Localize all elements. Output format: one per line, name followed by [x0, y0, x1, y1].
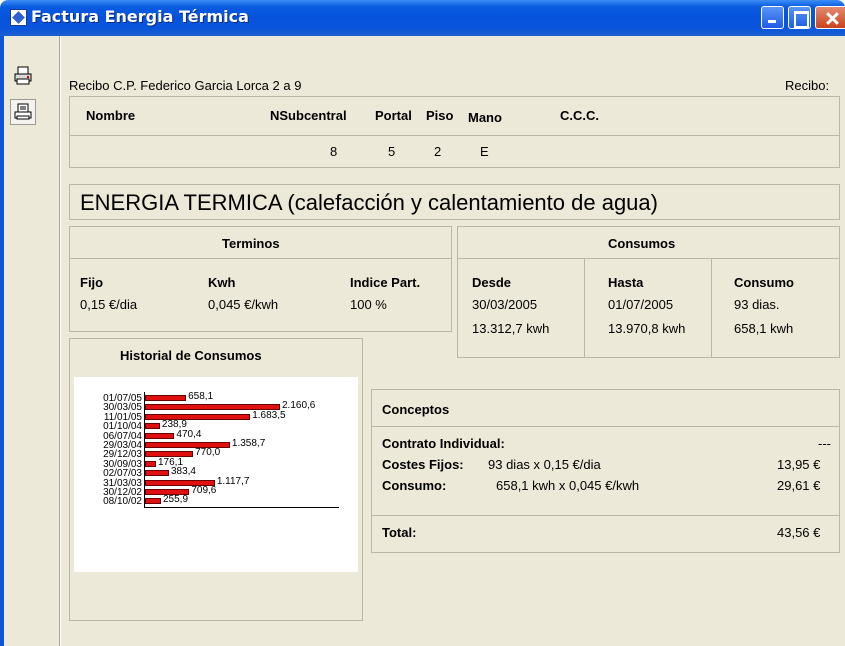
chart-value-label: 238,9	[161, 419, 187, 431]
chart-value-label: 2.160,6	[282, 400, 316, 412]
col-portal: Portal	[375, 108, 412, 123]
historial-panel: Historial de Consumos 01/07/05 658,1 30/03…	[69, 338, 363, 621]
cell-mano: E	[480, 144, 489, 159]
terminos-title: Terminos	[222, 236, 280, 251]
chart-category-label: 02/07/03	[103, 468, 142, 480]
chart-bar	[145, 423, 160, 430]
terminos-indice-value: 100 %	[350, 297, 387, 312]
chart-category-label: 01/10/04	[103, 421, 142, 433]
print-preview-button[interactable]	[10, 99, 36, 125]
terminos-fijo-value: 0,15 €/dia	[80, 297, 138, 312]
cell-portal: 5	[388, 144, 396, 159]
costes-value: 13,95 €	[777, 457, 821, 472]
cell-nsubcentral: 8	[330, 144, 338, 159]
consumo-value: 29,61 €	[777, 478, 821, 493]
energy-title: ENERGIA TERMICA (calefacción y calentami…	[80, 190, 658, 215]
consumos-hasta-header: Hasta	[608, 275, 644, 290]
consumos-hasta-value: 01/07/2005	[608, 297, 674, 312]
chart-category-label: 08/10/02	[103, 496, 142, 508]
consumos-desde-value: 30/03/2005	[472, 297, 538, 312]
printer-icon	[14, 66, 32, 85]
consumos-dias-value: 93 dias.	[734, 297, 780, 312]
contrato-label: Contrato Individual:	[382, 436, 505, 451]
minimize-button[interactable]	[761, 6, 784, 29]
consumos-consumo-header: Consumo	[734, 275, 794, 290]
chart-value-label: 1.358,7	[231, 438, 266, 449]
chart-value-label: 1.117,7	[216, 475, 250, 487]
total-label: Total:	[382, 525, 417, 540]
recibo-text: Recibo C.P. Federico Garcia Lorca 2 a 9	[69, 78, 302, 93]
chart-value-label: 658,1	[188, 391, 214, 402]
terminos-fijo-header: Fijo	[80, 275, 104, 290]
cell-piso: 2	[434, 144, 442, 159]
chart-bar	[145, 498, 161, 505]
document-print-icon	[14, 103, 32, 120]
close-button[interactable]	[815, 6, 845, 29]
conceptos-title: Conceptos	[382, 402, 450, 417]
terminos-indice-header: Indice Part.	[350, 275, 421, 290]
chart-value-label: 709,6	[191, 485, 217, 496]
recibo-label: Recibo:	[785, 78, 830, 93]
chart-value-label: 383,4	[170, 466, 196, 478]
consumos-panel: Consumos Desde Hasta Consumo 30/03/2005 …	[457, 226, 840, 358]
chart-plot: 01/07/05 658,1 30/03/05 2.160,6 11/01/05 1.68…	[74, 377, 358, 572]
col-nsubcentral: NSubcentral	[270, 108, 347, 123]
print-button[interactable]	[10, 63, 36, 89]
consumos-total-kwh: 658,1 kwh	[734, 321, 794, 336]
chart-value-label: 470,4	[176, 428, 202, 440]
title-bar[interactable]: Factura Energia Térmica	[0, 0, 845, 36]
app-icon	[10, 9, 27, 26]
col-mano: Mano	[468, 110, 502, 125]
chart-bottom-line	[144, 506, 339, 508]
consumos-desde-header: Desde	[472, 275, 512, 290]
consumos-title: Consumos	[608, 236, 676, 251]
contrato-value: ---	[818, 436, 831, 451]
total-value: 43,56 €	[777, 525, 821, 540]
chart-bar	[145, 470, 169, 477]
col-piso: Piso	[426, 108, 454, 123]
toolbar	[4, 36, 60, 646]
consumos-hasta-kwh: 13.970,8 kwh	[608, 321, 686, 336]
historial-title: Historial de Consumos	[120, 348, 262, 363]
chart-bar	[145, 413, 251, 420]
energy-title-box: ENERGIA TERMICA (calefacción y calentami…	[69, 184, 840, 220]
chart-value-label: 1.683,5	[252, 409, 286, 421]
maximize-button[interactable]	[788, 6, 811, 29]
chart-bar	[145, 432, 175, 439]
consumo-detail: 658,1 kwh x 0,045 €/kwh	[496, 478, 640, 493]
col-nombre: Nombre	[86, 108, 136, 123]
window-title: Factura Energia Térmica	[31, 7, 249, 26]
costes-label: Costes Fijos:	[382, 457, 464, 472]
costes-detail: 93 dias x 0,15 €/dia	[488, 457, 601, 472]
chart-bar	[145, 395, 187, 401]
terminos-kwh-header: Kwh	[208, 275, 236, 290]
chart-value-label: 770,0	[195, 447, 221, 459]
info-table: Nombre NSubcentral Portal Piso Mano C.C.…	[69, 96, 840, 168]
chart-bar	[145, 460, 156, 467]
consumos-desde-kwh: 13.312,7 kwh	[472, 321, 550, 336]
conceptos-panel: Conceptos Contrato Individual: --- Coste…	[371, 389, 840, 553]
col-ccc: C.C.C.	[560, 108, 599, 123]
client-area: Recibo C.P. Federico Garcia Lorca 2 a 9 …	[61, 36, 845, 646]
chart-value-label: 255,9	[162, 494, 189, 506]
consumo-label: Consumo:	[382, 478, 447, 493]
terminos-panel: Terminos Fijo Kwh Indice Part. 0,15 €/di…	[69, 226, 452, 332]
terminos-kwh-value: 0,045 €/kwh	[208, 297, 279, 312]
historial-chart: 01/07/05 658,1 30/03/05 2.160,6 11/01/05 1.68…	[74, 377, 358, 572]
